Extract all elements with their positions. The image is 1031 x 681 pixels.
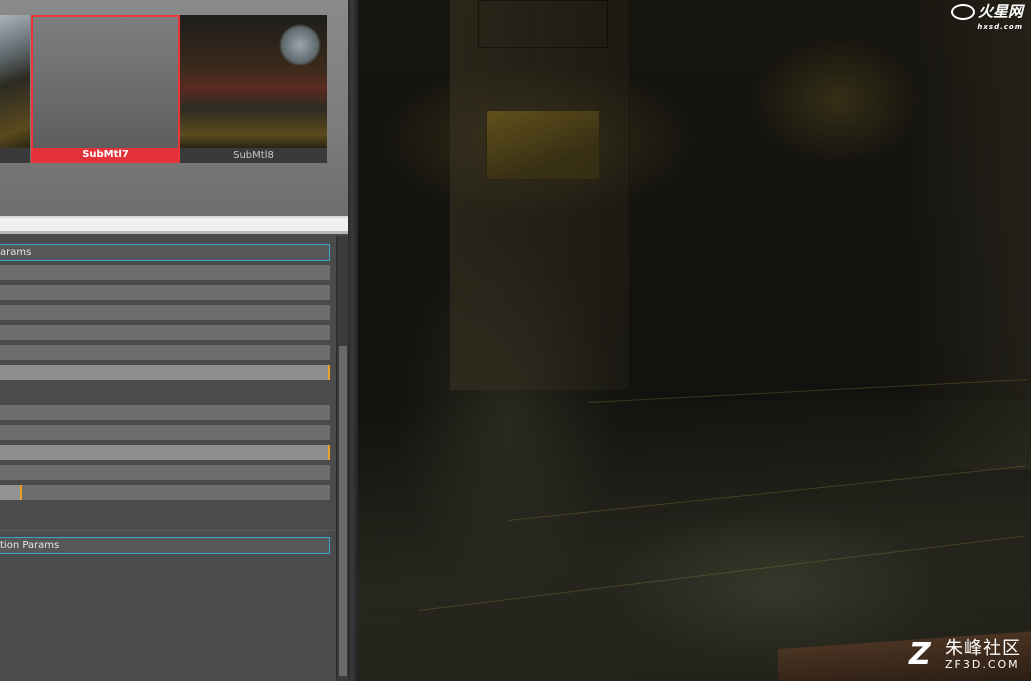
material-preview [33,17,178,148]
material-preview [180,15,327,148]
thumbnail-caption: SubMtl8 [180,148,327,163]
param-field[interactable] [0,345,330,360]
material-editor-panel: SubMtl7 SubMtl8 arams tion Params [0,0,348,681]
scrollbar-thumb[interactable] [339,346,347,676]
rollout-divider [0,530,335,531]
render-viewport[interactable]: 火星网 hxsd.com Z 朱峰社区 ZF3D.COM [358,0,1031,681]
material-thumbnail-submtl7[interactable]: SubMtl7 [31,15,180,163]
param-field[interactable] [0,465,330,480]
material-preview [0,15,30,148]
param-field[interactable] [0,405,330,420]
material-thumbnail-submtl8[interactable]: SubMtl8 [180,15,327,163]
params-scrollbar[interactable] [336,236,348,681]
thumbnail-caption [0,148,30,163]
thumbnail-caption: SubMtl7 [33,148,178,161]
watermark-hxsd: 火星网 hxsd.com [950,4,1023,34]
panel-separator[interactable] [0,216,348,234]
param-field[interactable] [0,325,330,340]
screen: SubMtl7 SubMtl8 arams tion Params 火星网 hx… [0,0,1031,681]
hxsd-logo-icon [950,4,975,20]
scene-door [450,0,630,390]
zf3d-logo-icon: Z [909,637,931,672]
rollout-header-action-params[interactable]: tion Params [0,537,330,554]
param-field[interactable] [0,265,330,280]
material-thumbnail-partial[interactable] [0,15,30,163]
slider-fill [0,485,22,500]
param-field[interactable] [0,425,330,440]
panel-splitter[interactable] [348,0,358,681]
param-slider[interactable] [0,445,330,460]
material-thumbnail-strip: SubMtl7 SubMtl8 [0,0,348,216]
parameter-rollouts: arams tion Params [0,236,348,681]
param-field[interactable] [0,305,330,320]
param-slider[interactable] [0,485,330,500]
param-field[interactable] [0,285,330,300]
param-slider[interactable] [0,365,330,380]
scene-door-panel [478,0,608,48]
rollout-header-params[interactable]: arams [0,244,330,261]
watermark-zf3d: Z 朱峰社区 ZF3D.COM [909,637,1021,672]
scene-metal-plate [486,110,600,180]
